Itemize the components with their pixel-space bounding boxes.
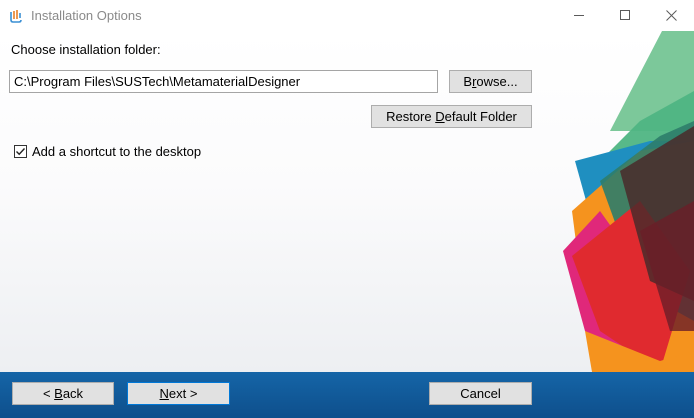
footer-bar: < Back Next > Cancel <box>0 372 694 418</box>
installer-window: Installation Options Choose installation… <box>0 0 694 418</box>
maximize-icon <box>619 10 630 20</box>
close-icon <box>665 10 677 21</box>
checkmark-icon <box>16 148 26 156</box>
minimize-button[interactable] <box>556 0 602 31</box>
window-title: Installation Options <box>31 8 142 23</box>
desktop-shortcut-checkbox[interactable] <box>14 145 27 158</box>
back-label: < Back <box>42 386 84 401</box>
desktop-shortcut-label: Add a shortcut to the desktop <box>32 144 202 159</box>
next-button[interactable]: Next > <box>127 382 230 405</box>
browse-button[interactable]: Browse... <box>449 70 532 93</box>
next-label: Next > <box>159 386 198 401</box>
close-button[interactable] <box>648 0 694 31</box>
cancel-button[interactable]: Cancel <box>429 382 532 405</box>
restore-label: Restore Default Folder <box>386 109 517 124</box>
install-path-input[interactable] <box>9 70 438 93</box>
options-panel: Choose installation folder: Browse... Re… <box>0 31 694 372</box>
desktop-shortcut-option[interactable]: Add a shortcut to the desktop <box>14 144 201 159</box>
restore-default-folder-button[interactable]: Restore Default Folder <box>371 105 532 128</box>
browse-label: Browse... <box>463 74 518 89</box>
maximize-button[interactable] <box>602 0 648 31</box>
minimize-icon <box>573 15 584 16</box>
title-bar[interactable]: Installation Options <box>0 0 694 31</box>
back-button[interactable]: < Back <box>12 382 114 405</box>
app-logo-icon <box>10 10 22 23</box>
install-folder-label: Choose installation folder: <box>11 42 161 57</box>
